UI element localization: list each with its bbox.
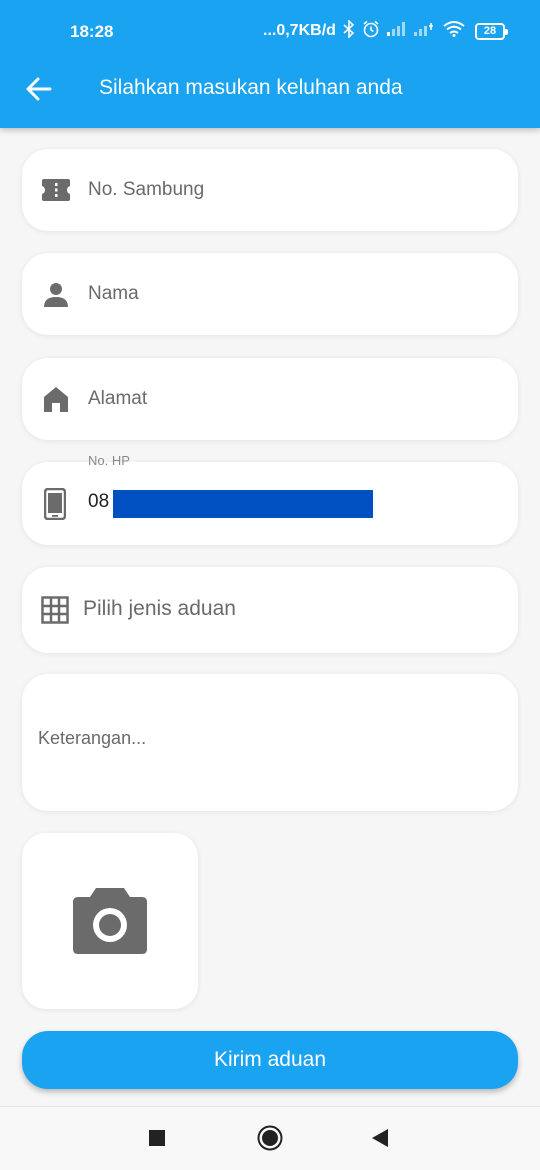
- alarm-icon: [362, 20, 380, 43]
- back-button[interactable]: [22, 72, 56, 106]
- person-icon: [43, 281, 69, 307]
- wifi-icon: [443, 20, 465, 42]
- status-bar: 18:28 ...0,7KB/d 28: [0, 0, 540, 62]
- system-nav-bar: [0, 1106, 540, 1170]
- kirim-aduan-button[interactable]: Kirim aduan: [22, 1031, 518, 1089]
- alamat-input[interactable]: [88, 384, 488, 414]
- signal-icon: [414, 22, 436, 41]
- no-hp-label: No. HP: [88, 453, 130, 468]
- page-title: Silahkan masukan keluhan anda: [99, 76, 403, 99]
- home-icon: [43, 386, 69, 412]
- alamat-field[interactable]: [22, 358, 518, 440]
- jenis-aduan-placeholder: Pilih jenis aduan: [83, 597, 236, 620]
- recent-apps-icon[interactable]: [148, 1129, 166, 1147]
- no-hp-input[interactable]: 08: [88, 491, 109, 513]
- battery-icon: 28: [475, 22, 508, 40]
- network-speed: ...0,7KB/d: [263, 22, 336, 39]
- ticket-icon: [41, 179, 71, 201]
- home-button-icon[interactable]: [257, 1125, 283, 1151]
- add-photo-button[interactable]: [22, 833, 198, 1009]
- keterangan-input[interactable]: [38, 728, 498, 758]
- redacted-phone-number: [113, 490, 373, 518]
- arrow-left-icon: [26, 77, 52, 101]
- camera-icon: [73, 888, 147, 954]
- nama-field[interactable]: [22, 253, 518, 335]
- nama-input[interactable]: [88, 279, 488, 309]
- phone-icon: [44, 488, 66, 520]
- signal-icon: [387, 21, 407, 41]
- back-triangle-icon[interactable]: [371, 1128, 389, 1148]
- status-icons: 28: [343, 18, 508, 43]
- no-sambung-field[interactable]: [22, 149, 518, 231]
- bluetooth-icon: [343, 18, 355, 43]
- no-sambung-input[interactable]: [88, 175, 488, 205]
- app-bar: 18:28 ...0,7KB/d 28 Silahkan masukan kel…: [0, 0, 540, 128]
- keterangan-field[interactable]: [22, 674, 518, 811]
- status-time: 18:28: [70, 22, 114, 41]
- grid-icon: [41, 596, 69, 624]
